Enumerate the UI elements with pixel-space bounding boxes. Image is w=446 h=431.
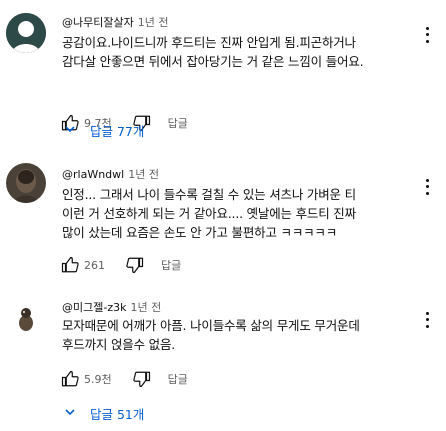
comment-header: @미그젤-z3k 1년 전 xyxy=(62,299,161,315)
comment-time[interactable]: 1년 전 xyxy=(130,301,161,314)
avatar[interactable] xyxy=(6,13,46,53)
comment-line: 모자때문에 어깨가 아픔. 나이들수록 삶의 무게도 무거운데 xyxy=(62,318,360,333)
comment-3: @미그젤-z3k 1년 전 모자때문에 어깨가 아픔. 나이들수록 삶의 무게도 … xyxy=(0,285,446,431)
more-options-button[interactable] xyxy=(424,310,430,330)
more-dot xyxy=(425,185,429,189)
comment-1: @나무티잘살자 1년 전 공감이요.나이드니까 후드티는 진짜 안입게 됨.피곤하… xyxy=(0,0,446,150)
comment-time[interactable]: 1년 전 xyxy=(138,16,169,29)
more-options-button[interactable] xyxy=(424,25,430,45)
replies-count-label: 답글 51개 xyxy=(90,407,145,422)
comment-line: 많이 샀는데 요즘은 손도 안 가고 불편하고 ㅋㅋㅋㅋㅋ xyxy=(62,225,338,240)
more-options-button[interactable] xyxy=(424,177,430,197)
author-name[interactable]: @나무티잘살자 xyxy=(62,16,134,29)
comment-line: 감다살 안좋으면 뒤에서 잡아당기는 거 같은 느낌이 들어요. xyxy=(62,54,364,69)
comment-line: 이런 거 선호하게 되는 거 같아요.... 옛날에는 후드티 진짜 xyxy=(62,206,356,221)
more-dot xyxy=(425,192,429,196)
author-name[interactable]: @미그젤-z3k xyxy=(62,301,126,314)
action-bar: 261 답글 xyxy=(60,253,181,277)
more-vert-icon xyxy=(425,311,429,315)
more-vert-icon xyxy=(425,26,429,30)
more-dot xyxy=(425,40,429,44)
view-replies-button[interactable]: 답글 51개 xyxy=(64,404,144,423)
reply-button[interactable]: 답글 xyxy=(161,257,181,273)
reply-button[interactable]: 답글 xyxy=(168,371,188,387)
avatar-photo-icon xyxy=(6,163,46,203)
comment-line: 공감이요.나이드니까 후드티는 진짜 안입게 됨.피곤하거나 xyxy=(62,35,356,50)
view-replies-button[interactable]: 답글 77개 xyxy=(64,121,144,140)
reply-button[interactable]: 답글 xyxy=(168,115,188,131)
like-icon[interactable] xyxy=(60,255,80,275)
like-icon[interactable] xyxy=(60,369,80,389)
more-dot xyxy=(425,33,429,37)
more-dot xyxy=(425,318,429,322)
avatar-character-icon xyxy=(6,297,46,337)
action-bar: 5.9천 답글 xyxy=(60,367,188,391)
like-count: 5.9천 xyxy=(84,373,112,386)
author-name[interactable]: @rlaWndwl xyxy=(62,168,124,181)
chevron-down-icon xyxy=(64,123,76,138)
replies-count-label: 답글 77개 xyxy=(90,124,145,139)
comment-line: 인정... 그래서 나이 들수록 걸칠 수 있는 셔츠나 가벼운 티 xyxy=(62,187,356,202)
like-count: 261 xyxy=(84,258,105,272)
chevron-down-icon xyxy=(64,406,76,421)
comment-2: @rlaWndwl 1년 전 인정... 그래서 나이 들수록 걸칠 수 있는 셔… xyxy=(0,150,446,285)
comment-text: 공감이요.나이드니까 후드티는 진짜 안입게 됨.피곤하거나 감다살 안좋으면 … xyxy=(62,33,412,71)
avatar[interactable] xyxy=(6,163,46,203)
comment-time[interactable]: 1년 전 xyxy=(128,168,159,181)
avatar-person-icon xyxy=(6,13,46,53)
comment-line: 후드까지 얹을수 없음. xyxy=(62,337,176,352)
comment-text: 인정... 그래서 나이 들수록 걸칠 수 있는 셔츠나 가벼운 티 이런 거 … xyxy=(62,185,412,242)
dislike-icon[interactable] xyxy=(132,369,152,389)
more-vert-icon xyxy=(425,178,429,182)
dislike-icon[interactable] xyxy=(125,255,145,275)
comment-header: @rlaWndwl 1년 전 xyxy=(62,166,159,182)
more-dot xyxy=(425,325,429,329)
comment-header: @나무티잘살자 1년 전 xyxy=(62,14,168,30)
comment-text: 모자때문에 어깨가 아픔. 나이들수록 삶의 무게도 무거운데 후드까지 얹을수… xyxy=(62,316,412,354)
avatar[interactable] xyxy=(6,297,46,337)
